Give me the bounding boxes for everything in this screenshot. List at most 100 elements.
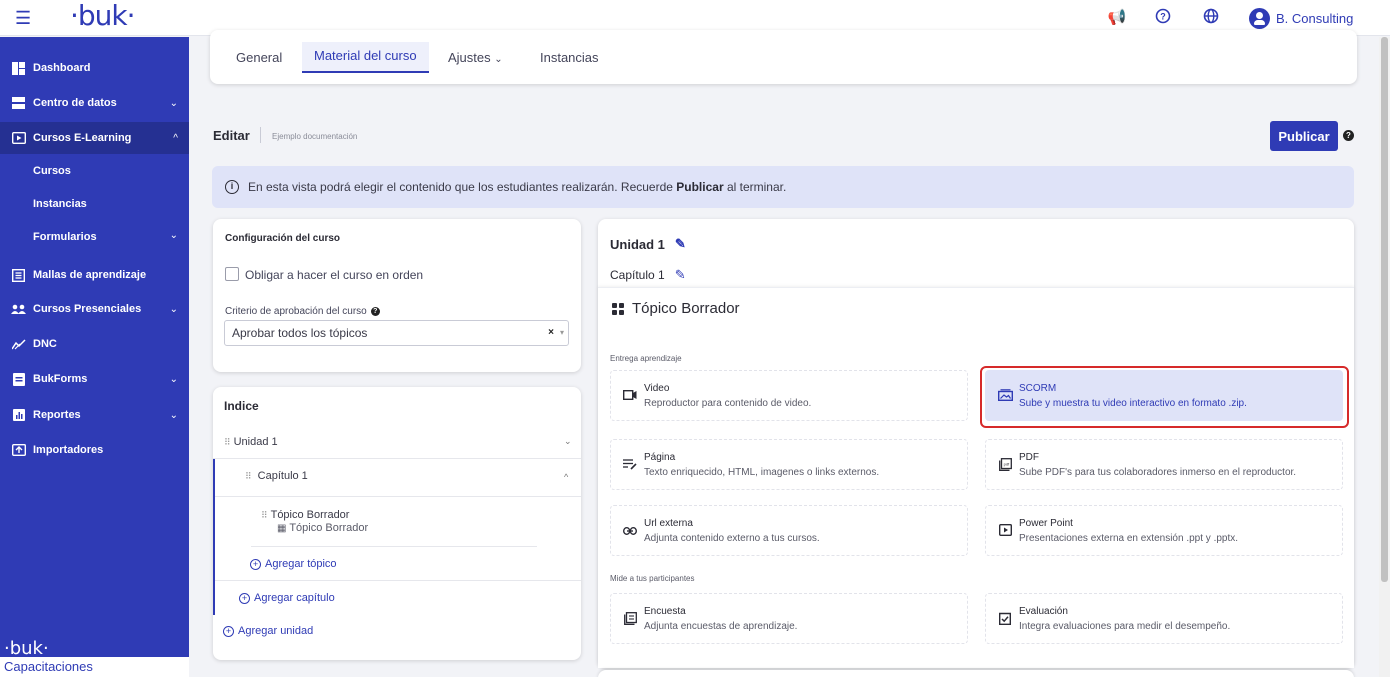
index-chapter[interactable]: ⠿ Capítulo 1 xyxy=(245,470,308,482)
sidebar-item-centro-de-datos[interactable]: Centro de datos ⌄ xyxy=(0,87,189,119)
add-chapter-link[interactable]: + Agregar capítulo xyxy=(239,592,335,604)
tab-material-del-curso[interactable]: Material del curso xyxy=(302,42,429,73)
footer-label: Capacitaciones xyxy=(0,657,189,677)
chevron-down-icon: ⌄ xyxy=(494,54,503,65)
info-icon: i xyxy=(225,180,239,194)
grid-icon xyxy=(612,302,624,315)
option-desc: Integra evaluaciones para medir el desem… xyxy=(1019,621,1231,632)
option-desc: Reproductor para contenido de video. xyxy=(644,398,812,409)
chart-icon xyxy=(11,337,26,352)
next-card xyxy=(598,670,1354,677)
sidebar-item-label: BukForms xyxy=(33,373,88,385)
banner-text-before: En esta vista podrá elegir el contenido … xyxy=(248,180,677,194)
edit-pencil-icon[interactable]: ✎ xyxy=(675,236,686,252)
page-title: Editar xyxy=(213,128,250,143)
criteria-select[interactable]: Aprobar todos los tópicos × ▾ xyxy=(224,320,569,346)
pdf-icon: pdf xyxy=(997,458,1013,472)
topic-title-text: Tópico Borrador xyxy=(632,300,740,317)
megaphone-icon[interactable]: 📢 xyxy=(1107,8,1127,28)
option-evaluacion[interactable]: Evaluación Integra evaluaciones para med… xyxy=(985,593,1343,644)
chevron-down-icon: ⌄ xyxy=(169,303,178,315)
option-desc: Sube PDF's para tus colaboradores inmers… xyxy=(1019,467,1297,478)
user-icon xyxy=(1249,7,1270,29)
option-title: Página xyxy=(644,452,676,463)
chevron-down-icon[interactable]: ⌄ xyxy=(564,436,572,447)
editor-panel: Unidad 1 ✎ Capítulo 1 ✎ Tópico Borrador En… xyxy=(598,219,1354,668)
grid-icon: ▦ xyxy=(277,523,287,534)
text-edit-icon xyxy=(622,458,638,472)
scrollbar[interactable] xyxy=(1379,37,1390,677)
sidebar-subitem-instancias[interactable]: Instancias xyxy=(33,198,87,210)
dashboard-icon xyxy=(11,61,26,76)
section-label: Mide a tus participantes xyxy=(610,574,695,583)
chevron-down-icon: ⌄ xyxy=(169,97,178,109)
sidebar-item-cursos-presenciales[interactable]: Cursos Presenciales ⌄ xyxy=(0,293,189,325)
option-encuesta[interactable]: Encuesta Adjunta encuestas de aprendizaj… xyxy=(610,593,968,644)
option-pdf[interactable]: pdf PDF Sube PDF's para tus colaboradore… xyxy=(985,439,1343,490)
help-icon[interactable]: ? xyxy=(370,307,380,316)
sidebar-subitem-formularios[interactable]: Formularios xyxy=(33,231,97,243)
sidebar-item-label: Reportes xyxy=(33,409,81,421)
unit-title: Unidad 1 ✎ xyxy=(610,236,686,252)
option-desc: Presentaciones externa en extensión .ppt… xyxy=(1019,533,1239,544)
drag-handle-icon[interactable]: ⠿ xyxy=(245,471,252,481)
add-topic-label: Agregar tópico xyxy=(265,558,337,570)
index-unit[interactable]: ⠿ Unidad 1 xyxy=(224,436,278,448)
sidebar-item-dashboard[interactable]: Dashboard xyxy=(0,52,189,84)
globe-icon[interactable] xyxy=(1201,8,1221,28)
play-icon xyxy=(11,131,26,146)
publish-button[interactable]: Publicar xyxy=(1270,121,1338,151)
sidebar-item-label: Cursos Presenciales xyxy=(33,303,142,315)
index-topic-sublabel: Tópico Borrador xyxy=(289,522,369,534)
option-title: PDF xyxy=(1019,452,1039,463)
option-pagina[interactable]: Página Texto enriquecido, HTML, imagenes… xyxy=(610,439,968,490)
sidebar-subitem-cursos[interactable]: Cursos xyxy=(33,165,71,177)
topic-title: Tópico Borrador xyxy=(612,300,740,317)
footer-logo: ·buk· xyxy=(4,638,49,659)
sidebar-item-label: Mallas de aprendizaje xyxy=(33,269,147,281)
link-icon xyxy=(622,524,638,538)
sidebar-item-bukforms[interactable]: BukForms ⌄ xyxy=(0,363,189,395)
option-power-point[interactable]: Power Point Presentaciones externa en ex… xyxy=(985,505,1343,556)
chevron-down-icon: ⌄ xyxy=(169,373,178,385)
survey-icon xyxy=(622,612,638,626)
clear-icon[interactable]: × xyxy=(548,321,554,345)
scroll-thumb[interactable] xyxy=(1381,37,1388,582)
svg-text:pdf: pdf xyxy=(1003,462,1009,467)
buk-logo[interactable]: ·buk· xyxy=(70,0,136,32)
chevron-up-icon[interactable]: ^ xyxy=(564,472,568,482)
criteria-select-value: Aprobar todos los tópicos xyxy=(232,326,368,340)
sidebar-item-cursos-e-learning[interactable]: Cursos E-Learning ^ xyxy=(0,122,189,154)
order-checkbox[interactable] xyxy=(225,267,239,281)
sidebar-item-importadores[interactable]: Importadores xyxy=(0,434,189,466)
add-topic-link[interactable]: + Agregar tópico xyxy=(250,558,337,570)
config-card: Configuración del curso Obligar a hacer … xyxy=(213,219,581,372)
help-icon[interactable]: ? xyxy=(1343,130,1354,141)
tab-ajustes[interactable]: Ajustes ⌄ xyxy=(448,50,503,65)
order-checkbox-label[interactable]: Obligar a hacer el curso en orden xyxy=(245,268,423,282)
index-topic[interactable]: ⠿ Tópico Borrador ▦ Tópico Borrador xyxy=(261,509,368,535)
sidebar-item-label: Dashboard xyxy=(33,62,91,74)
menu-icon[interactable]: ☰ xyxy=(15,8,31,29)
add-chapter-label: Agregar capítulo xyxy=(254,592,335,604)
sidebar-item-reportes[interactable]: Reportes ⌄ xyxy=(0,399,189,431)
user-menu[interactable]: B. Consulting xyxy=(1249,6,1353,30)
edit-pencil-icon[interactable]: ✎ xyxy=(675,267,686,283)
option-title: Video xyxy=(644,383,670,394)
option-title: Encuesta xyxy=(644,606,686,617)
criteria-label: Criterio de aprobación del curso? xyxy=(225,306,380,317)
drag-handle-icon[interactable]: ⠿ xyxy=(224,437,231,447)
drag-handle-icon[interactable]: ⠿ xyxy=(261,510,268,520)
sidebar-item-mallas[interactable]: Mallas de aprendizaje xyxy=(0,259,189,291)
add-unit-link[interactable]: + Agregar unidad xyxy=(223,625,313,637)
index-card: Indice ⠿ Unidad 1 ⌄ ⠿ Capítulo 1 ^ ⠿ Tópic… xyxy=(213,387,581,660)
option-desc: Adjunta contenido externo a tus cursos. xyxy=(644,533,820,544)
option-url-externa[interactable]: Url externa Adjunta contenido externo a … xyxy=(610,505,968,556)
tab-general[interactable]: General xyxy=(236,50,282,65)
help-icon[interactable]: ? xyxy=(1153,8,1173,28)
option-desc: Texto enriquecido, HTML, imagenes o link… xyxy=(644,467,880,478)
sidebar-item-label: Centro de datos xyxy=(33,97,117,109)
option-video[interactable]: Video Reproductor para contenido de vide… xyxy=(610,370,968,421)
tab-instancias[interactable]: Instancias xyxy=(540,50,599,65)
sidebar-item-dnc[interactable]: DNC xyxy=(0,328,189,360)
